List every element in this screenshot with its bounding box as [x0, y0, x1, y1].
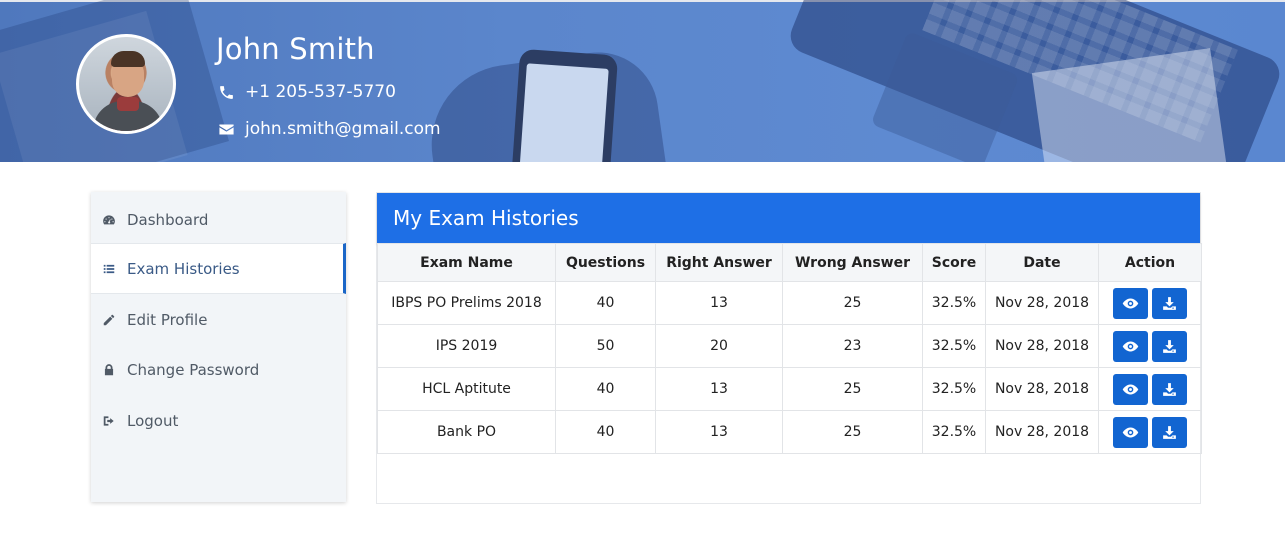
exam-name-cell: IBPS PO Prelims 2018 — [377, 281, 556, 325]
exam-name-cell: Bank PO — [377, 410, 556, 454]
sidebar-item-edit-profile[interactable]: Edit Profile — [91, 294, 346, 345]
score-cell: 32.5% — [922, 281, 986, 325]
table-row: IPS 2019 50 20 23 32.5% Nov 28, 2018 — [377, 324, 1202, 368]
email-row: john.smith@gmail.com — [216, 119, 441, 139]
wrong-answer-cell: 25 — [782, 281, 923, 325]
exam-name-cell: IPS 2019 — [377, 324, 556, 368]
table-row: IBPS PO Prelims 2018 40 13 25 32.5% Nov … — [377, 281, 1202, 325]
envelope-icon — [216, 120, 236, 138]
action-cell — [1098, 410, 1202, 454]
sidebar-item-label: Dashboard — [127, 210, 209, 229]
table-row: Bank PO 40 13 25 32.5% Nov 28, 2018 — [377, 410, 1202, 454]
list-icon — [101, 261, 117, 277]
download-button[interactable] — [1152, 373, 1187, 405]
download-icon — [1163, 425, 1176, 439]
avatar — [76, 34, 176, 134]
download-button[interactable] — [1152, 330, 1187, 362]
column-header: Wrong Answer — [782, 243, 923, 282]
wrong-answer-cell: 25 — [782, 367, 923, 411]
right-answer-cell: 13 — [655, 367, 783, 411]
sidebar-item-exam-histories[interactable]: Exam Histories — [91, 243, 346, 294]
sidebar-item-label: Exam Histories — [127, 259, 240, 278]
sidebar-item-label: Change Password — [127, 360, 260, 379]
download-icon — [1163, 382, 1176, 396]
download-button[interactable] — [1152, 416, 1187, 448]
exam-history-table: Exam Name Questions Right Answer Wrong A… — [377, 243, 1202, 454]
phone-row: +1 205-537-5770 — [216, 82, 396, 102]
column-header: Score — [922, 243, 986, 282]
table-header-row: Exam Name Questions Right Answer Wrong A… — [377, 243, 1202, 282]
right-answer-cell: 13 — [655, 410, 783, 454]
eye-icon — [1122, 384, 1139, 394]
view-button[interactable] — [1113, 330, 1148, 362]
right-answer-cell: 20 — [655, 324, 783, 368]
view-button[interactable] — [1113, 287, 1148, 319]
sidebar-item-change-password[interactable]: Change Password — [91, 344, 346, 395]
right-answer-cell: 13 — [655, 281, 783, 325]
eye-icon — [1122, 341, 1139, 351]
pencil-icon — [101, 312, 117, 328]
questions-cell: 40 — [555, 367, 656, 411]
wrong-answer-cell: 25 — [782, 410, 923, 454]
exam-histories-panel: My Exam Histories Exam Name Questions Ri… — [376, 192, 1202, 504]
score-cell: 32.5% — [922, 367, 986, 411]
date-cell: Nov 28, 2018 — [985, 367, 1099, 411]
view-button[interactable] — [1113, 416, 1148, 448]
sidebar-item-logout[interactable]: Logout — [91, 395, 346, 446]
action-cell — [1098, 324, 1202, 368]
eye-icon — [1122, 427, 1139, 437]
lock-icon — [101, 362, 117, 378]
exam-name-cell: HCL Aptitute — [377, 367, 556, 411]
wrong-answer-cell: 23 — [782, 324, 923, 368]
sign-out-icon — [101, 413, 117, 429]
column-header: Exam Name — [377, 243, 556, 282]
profile-banner: John Smith +1 205-537-5770 john.smith@gm… — [0, 0, 1285, 162]
eye-icon — [1122, 298, 1139, 308]
panel-title: My Exam Histories — [377, 193, 1200, 243]
column-header: Right Answer — [655, 243, 783, 282]
download-icon — [1163, 296, 1176, 310]
date-cell: Nov 28, 2018 — [985, 281, 1099, 325]
sidebar-item-dashboard[interactable]: Dashboard — [91, 194, 346, 245]
date-cell: Nov 28, 2018 — [985, 324, 1099, 368]
action-cell — [1098, 281, 1202, 325]
view-button[interactable] — [1113, 373, 1148, 405]
dashboard-icon — [101, 212, 117, 228]
banner-decoration — [519, 63, 609, 162]
table-row: HCL Aptitute 40 13 25 32.5% Nov 28, 2018 — [377, 367, 1202, 411]
sidebar-item-label: Logout — [127, 411, 179, 430]
questions-cell: 40 — [555, 410, 656, 454]
sidebar: Dashboard Exam Histories Edit Profile Ch… — [91, 192, 346, 502]
questions-cell: 50 — [555, 324, 656, 368]
column-header: Date — [985, 243, 1099, 282]
questions-cell: 40 — [555, 281, 656, 325]
date-cell: Nov 28, 2018 — [985, 410, 1099, 454]
download-button[interactable] — [1152, 287, 1187, 319]
score-cell: 32.5% — [922, 410, 986, 454]
email-address: john.smith@gmail.com — [245, 119, 441, 139]
score-cell: 32.5% — [922, 324, 986, 368]
column-header: Questions — [555, 243, 656, 282]
sidebar-item-label: Edit Profile — [127, 310, 208, 329]
phone-icon — [216, 83, 236, 101]
column-header: Action — [1098, 243, 1202, 282]
download-icon — [1163, 339, 1176, 353]
user-name: John Smith — [216, 32, 375, 66]
action-cell — [1098, 367, 1202, 411]
phone-number: +1 205-537-5770 — [245, 82, 396, 102]
